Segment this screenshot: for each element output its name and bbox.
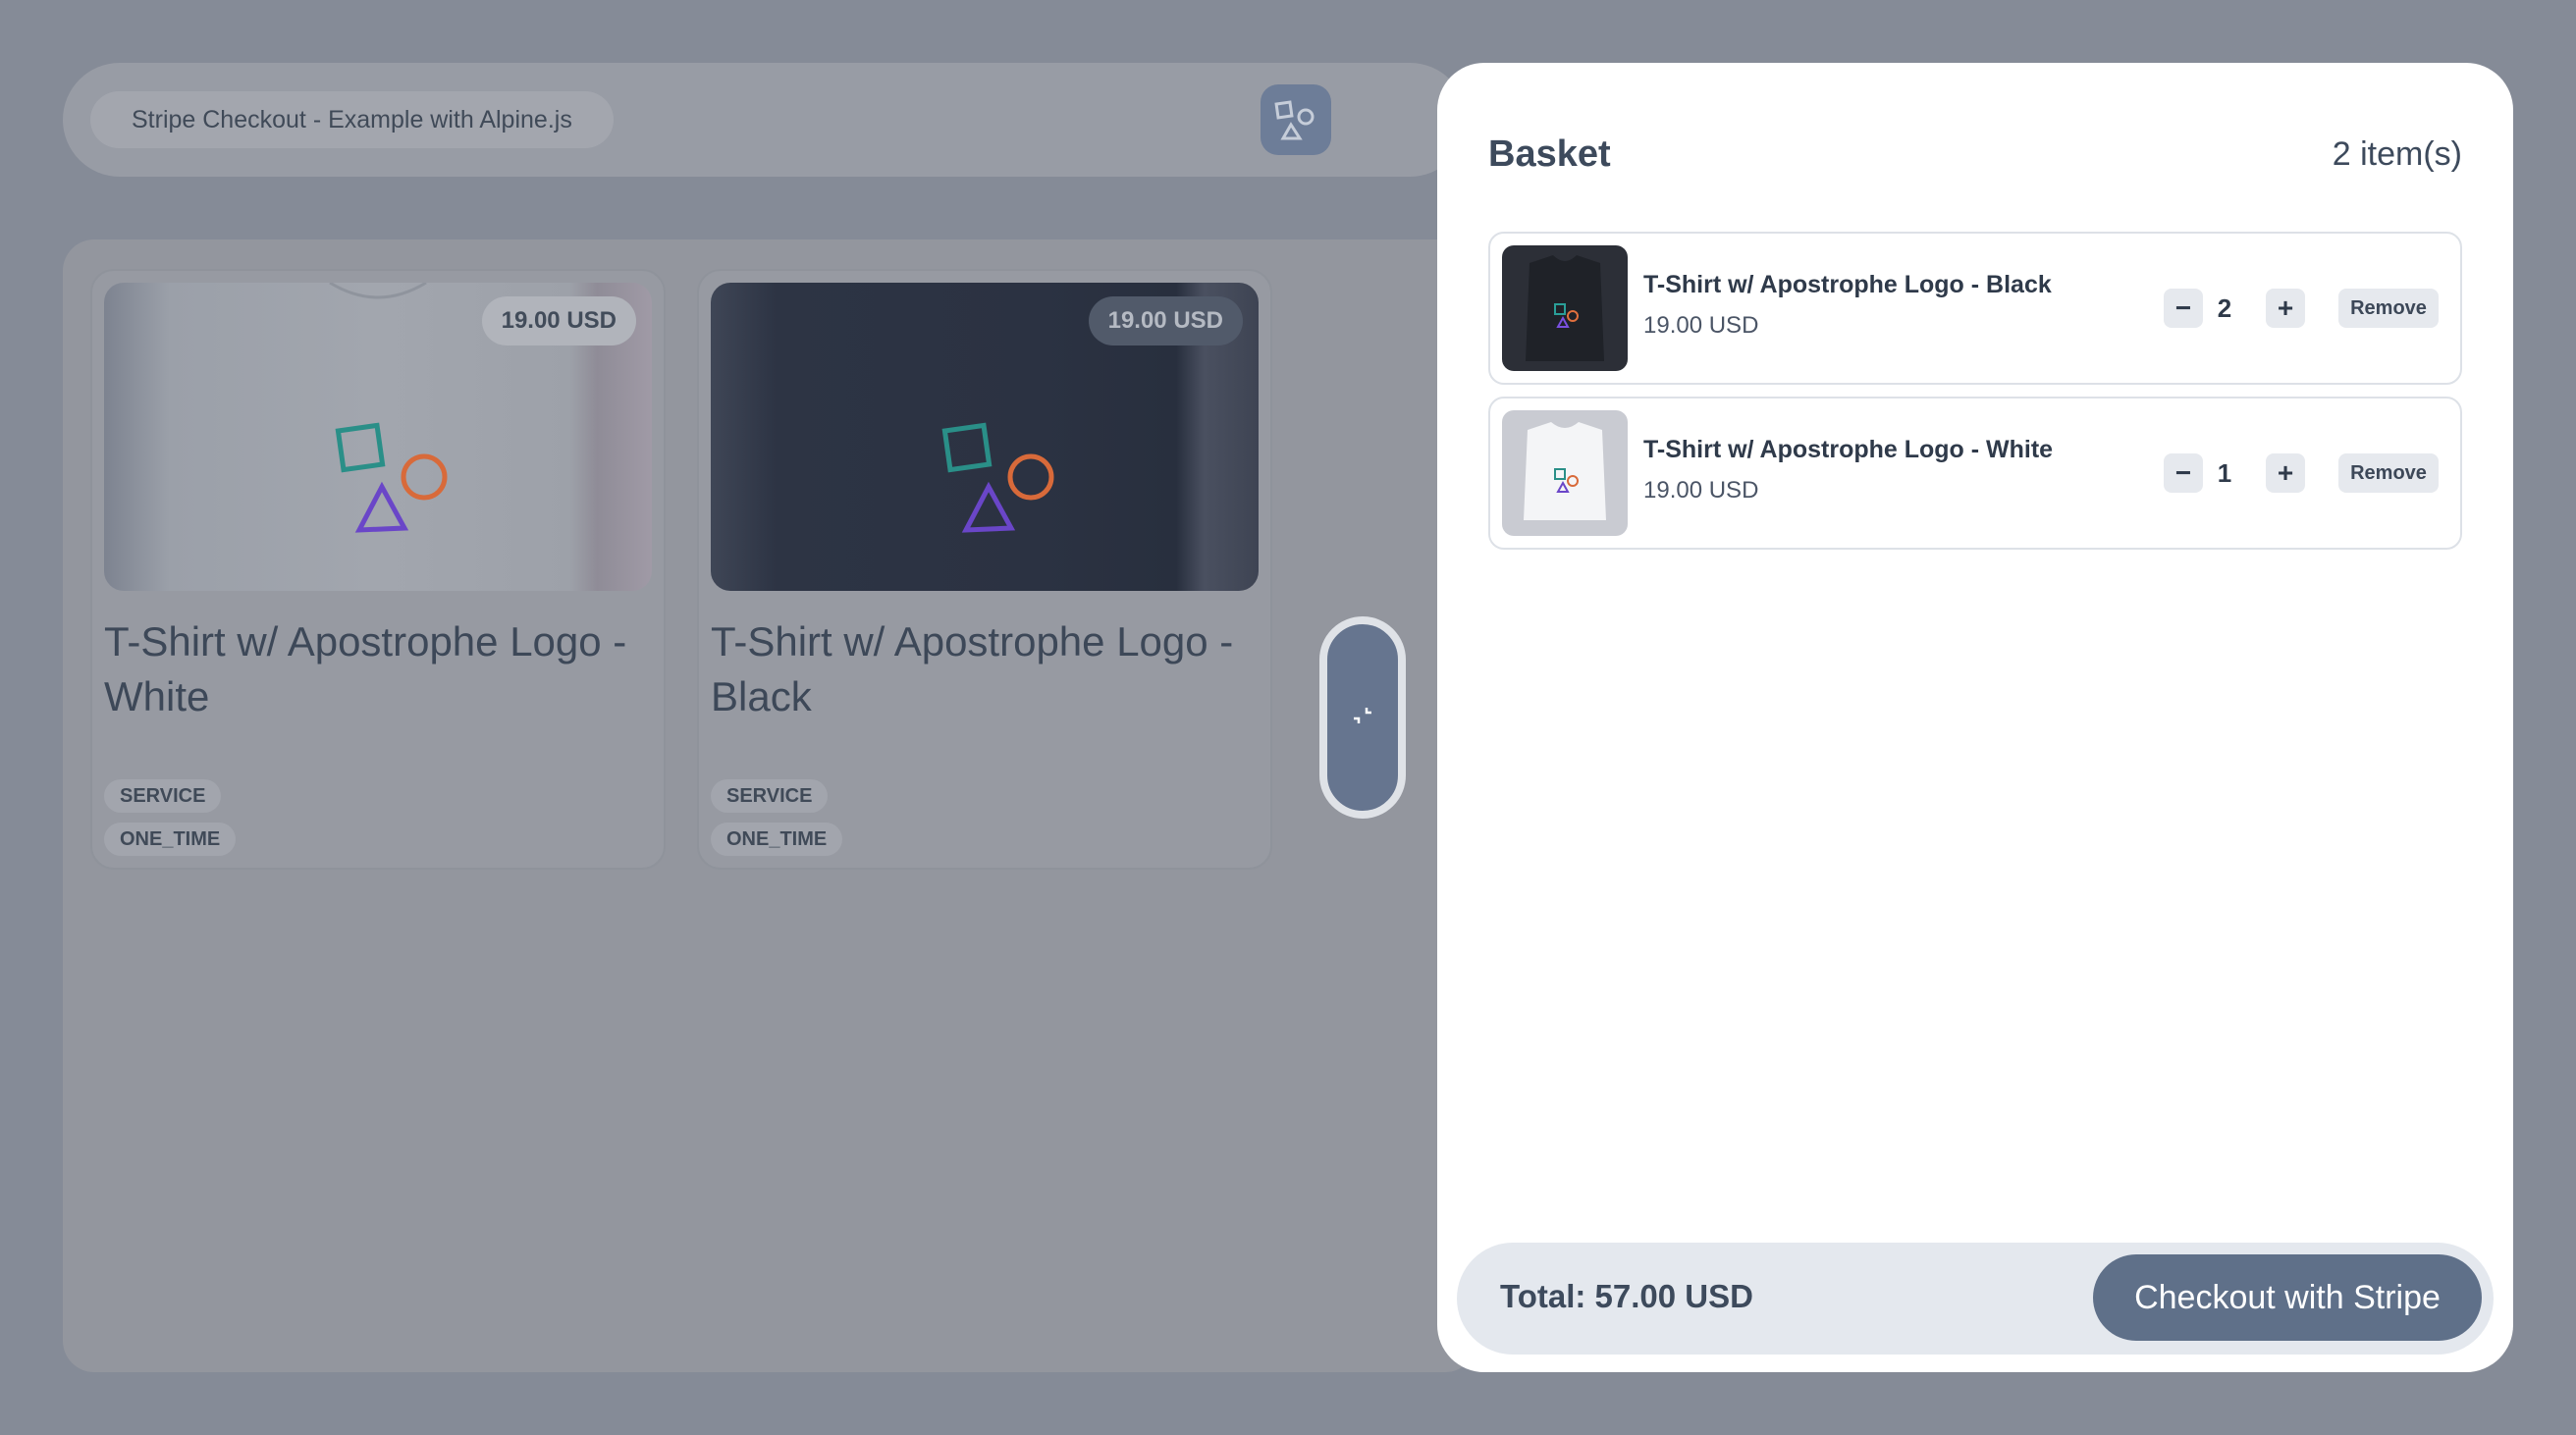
basket-footer: Total: 57.00 USD Checkout with Stripe — [1457, 1243, 2494, 1355]
quantity-value: 1 — [2217, 458, 2232, 488]
quantity-value: 2 — [2217, 293, 2232, 323]
product-image: 19.00 USD — [104, 283, 652, 591]
checkout-button[interactable]: Checkout with Stripe — [2093, 1254, 2482, 1341]
remove-button[interactable]: Remove — [2338, 289, 2439, 328]
item-name: T-Shirt w/ Apostrophe Logo - Black — [1643, 271, 2052, 298]
basket-drawer: Basket 2 item(s) T-Shirt w/ Apostrophe L… — [1437, 63, 2513, 1372]
basket-item: T-Shirt w/ Apostrophe Logo - White 19.00… — [1488, 397, 2462, 550]
product-name: T-Shirt w/ Apostrophe Logo - Black — [711, 618, 1234, 719]
basket-item-count: 2 item(s) — [2332, 135, 2462, 173]
basket-item: T-Shirt w/ Apostrophe Logo - Black 19.00… — [1488, 232, 2462, 385]
drawer-handle[interactable] — [1319, 616, 1406, 819]
app-title[interactable]: Stripe Checkout - Example with Alpine.js — [90, 91, 614, 148]
product-name: T-Shirt w/ Apostrophe Logo - White — [104, 618, 627, 719]
price-badge: 19.00 USD — [481, 296, 636, 345]
item-price: 19.00 USD — [1643, 477, 1759, 504]
tag-one-time: ONE_TIME — [104, 823, 237, 856]
increase-quantity-button[interactable]: + — [2266, 289, 2305, 328]
decrease-quantity-button[interactable]: − — [2164, 289, 2203, 328]
tag-service: SERVICE — [711, 779, 829, 813]
basket-total: Total: 57.00 USD — [1500, 1278, 1753, 1314]
basket-title: Basket — [1488, 133, 1611, 175]
item-thumbnail — [1502, 410, 1628, 536]
product-image: 19.00 USD — [711, 283, 1259, 591]
item-thumbnail — [1502, 245, 1628, 371]
decrease-quantity-button[interactable]: − — [2164, 453, 2203, 493]
app-header: Stripe Checkout - Example with Alpine.js — [63, 63, 1467, 177]
item-name: T-Shirt w/ Apostrophe Logo - White — [1643, 436, 2054, 463]
product-card-white[interactable]: 19.00 USD T-Shirt w/ Apostrophe Logo - W… — [90, 269, 666, 870]
remove-button[interactable]: Remove — [2338, 453, 2439, 493]
tag-service: SERVICE — [104, 779, 222, 813]
product-grid: 19.00 USD T-Shirt w/ Apostrophe Logo - W… — [63, 239, 1476, 1372]
item-price: 19.00 USD — [1643, 312, 1759, 339]
price-badge: 19.00 USD — [1088, 296, 1243, 345]
increase-quantity-button[interactable]: + — [2266, 453, 2305, 493]
product-card-black[interactable]: 19.00 USD T-Shirt w/ Apostrophe Logo - B… — [697, 269, 1272, 870]
collapse-icon — [1349, 702, 1376, 734]
shapes-logo-icon[interactable] — [1261, 84, 1331, 155]
tag-one-time: ONE_TIME — [711, 823, 843, 856]
